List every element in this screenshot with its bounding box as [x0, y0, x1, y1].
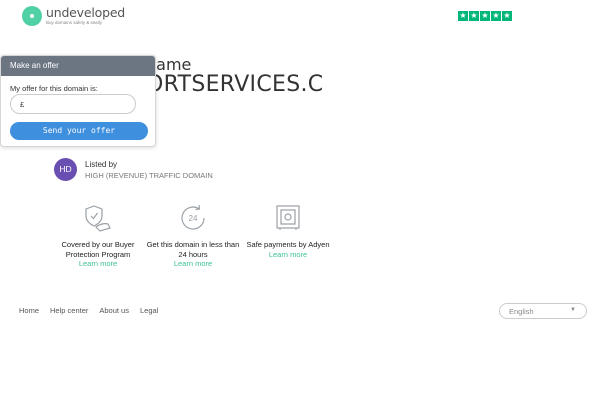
footer-link-help-center[interactable]: Help center	[50, 306, 88, 315]
feature-title: Covered by our Buyer Protection Program	[61, 240, 135, 259]
listed-by-label: Listed by	[85, 160, 118, 169]
feature-title: Get this domain in less than 24 hours	[146, 240, 240, 259]
seller-name: HIGH (REVENUE) TRAFFIC DOMAIN	[85, 171, 213, 180]
logo-name: undeveloped	[46, 5, 126, 20]
logo-tagline: Buy domains safely & easily	[46, 20, 103, 25]
logo-icon	[22, 6, 42, 26]
send-offer-button[interactable]: Send your offer	[10, 122, 148, 140]
domain-name: ORTSERVICES.C	[146, 72, 324, 97]
footer-link-legal[interactable]: Legal	[140, 306, 158, 315]
star-icon: ★	[491, 11, 501, 21]
chevron-down-icon: ▼	[570, 307, 576, 313]
footer-link-about-us[interactable]: About us	[99, 306, 129, 315]
safe-icon	[276, 205, 300, 230]
offer-field-label: My offer for this domain is:	[10, 84, 98, 93]
shield-hand-icon	[85, 205, 111, 232]
learn-more-link[interactable]: Learn more	[143, 259, 243, 269]
footer-link-home[interactable]: Home	[19, 306, 39, 315]
feature-buyer-protection: Covered by our Buyer Protection Program …	[48, 203, 148, 269]
feature-fast-transfer: 24 Get this domain in less than 24 hours…	[143, 203, 243, 269]
logo[interactable]: undeveloped Buy domains safely & easily	[22, 6, 125, 26]
svg-text:24: 24	[189, 214, 198, 223]
language-value: English	[509, 307, 534, 316]
feature-safe-payments: Safe payments by Adyen Learn more	[238, 203, 338, 260]
offer-amount-input[interactable]: £	[10, 94, 136, 114]
star-icon: ★	[502, 11, 512, 21]
feature-title: Safe payments by Adyen	[246, 240, 330, 249]
footer-nav: Home Help center About us Legal	[19, 306, 158, 315]
currency-symbol: £	[20, 100, 25, 109]
learn-more-link[interactable]: Learn more	[238, 250, 338, 260]
avatar: HD	[54, 158, 77, 181]
star-icon: ★	[469, 11, 479, 21]
language-select[interactable]: English ▼	[499, 303, 587, 319]
trustpilot-rating[interactable]: ★ ★ ★ ★ ★	[458, 11, 512, 21]
clock-24-icon: 24	[181, 204, 205, 230]
learn-more-link[interactable]: Learn more	[48, 259, 148, 269]
star-icon: ★	[480, 11, 490, 21]
star-icon: ★	[458, 11, 468, 21]
offer-panel: Make an offer My offer for this domain i…	[0, 55, 156, 147]
offer-panel-title[interactable]: Make an offer	[1, 56, 155, 76]
